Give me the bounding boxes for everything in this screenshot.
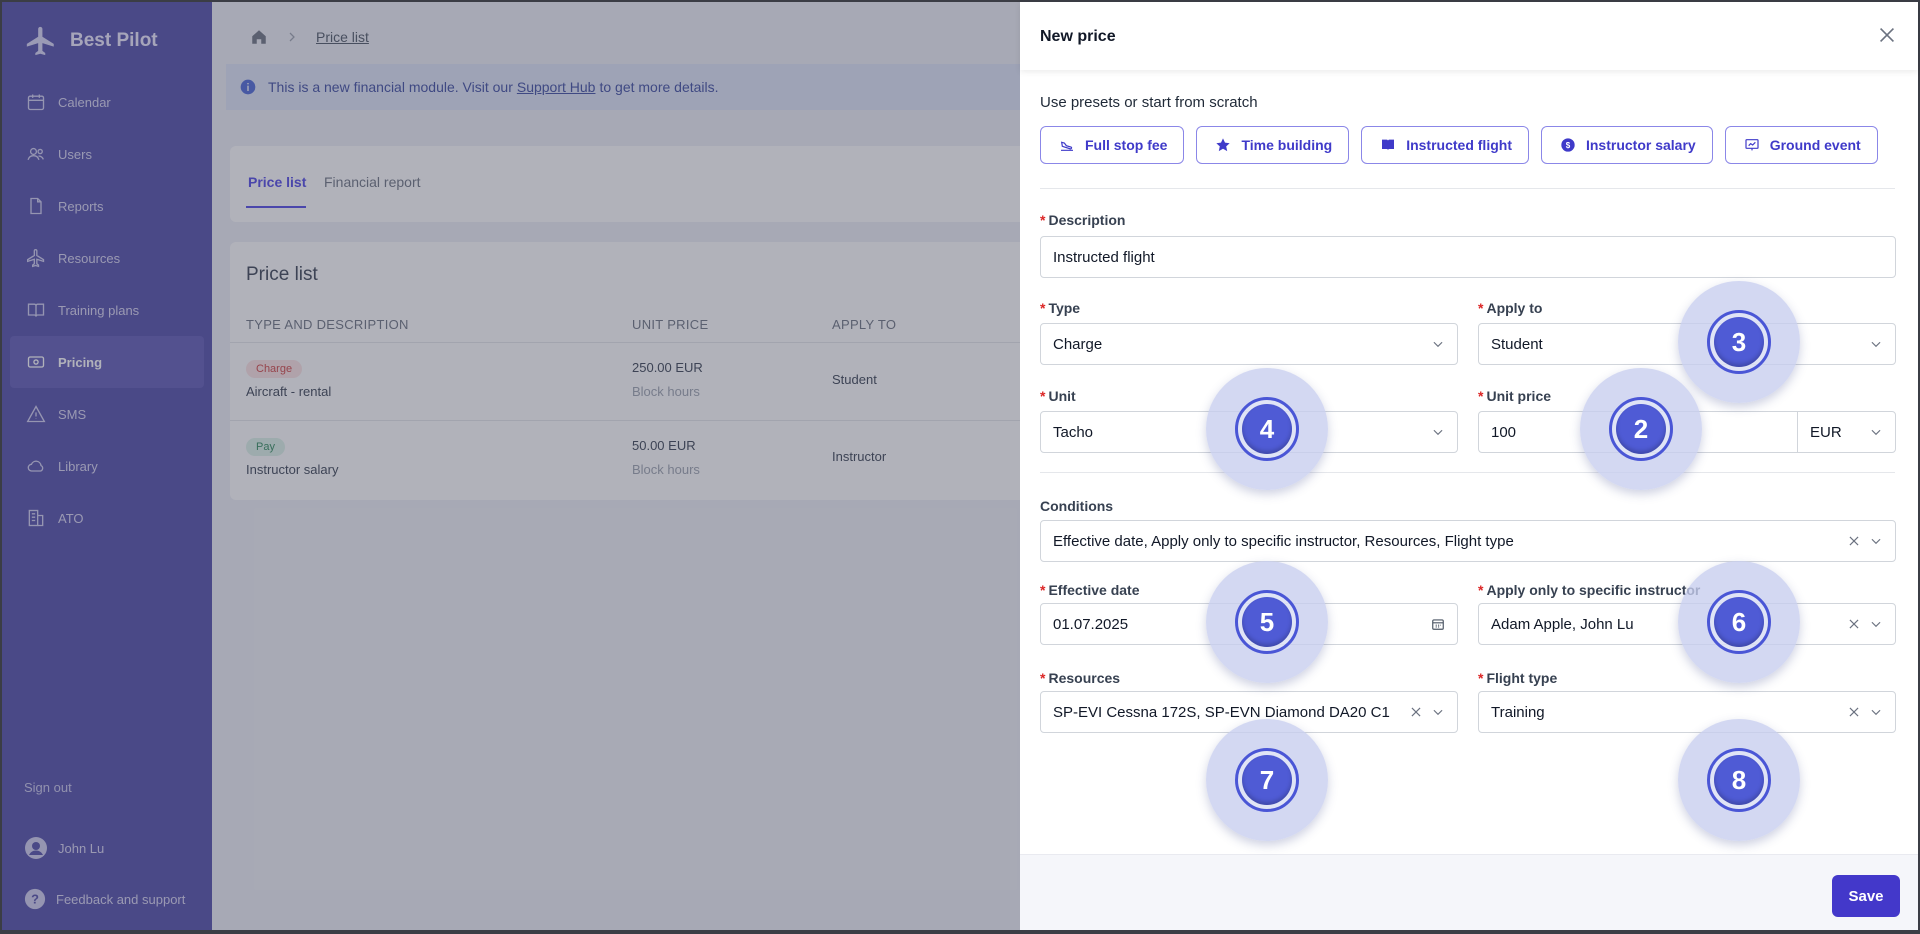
- presentation-icon: [1745, 139, 1759, 151]
- step-marker-6[interactable]: 6: [1678, 561, 1800, 683]
- clear-icon[interactable]: [1847, 534, 1861, 548]
- marker-number: 5: [1242, 597, 1292, 647]
- preset-instructor-salary-button[interactable]: $ Instructor salary: [1540, 126, 1713, 164]
- marker-number: 3: [1714, 317, 1764, 367]
- marker-ring: 5: [1235, 590, 1299, 654]
- marker-number: 8: [1714, 755, 1764, 805]
- chevron-down-icon: [1871, 429, 1881, 436]
- currency-select[interactable]: EUR: [1797, 411, 1896, 453]
- clear-icon[interactable]: [1847, 617, 1861, 631]
- section-divider: [1040, 188, 1895, 189]
- step-marker-4[interactable]: 4: [1206, 368, 1328, 490]
- drawer-title: New price: [1040, 28, 1116, 45]
- star-icon: [1216, 138, 1231, 152]
- preset-label: Time building: [1241, 137, 1333, 153]
- chevron-down-icon: [1433, 709, 1443, 716]
- resources-label: * Resources: [1040, 670, 1121, 686]
- preset-full-stop-fee-button[interactable]: Full stop fee: [1040, 126, 1185, 164]
- marker-number: 6: [1714, 597, 1764, 647]
- preset-label: Ground event: [1769, 137, 1861, 153]
- description-field[interactable]: Instructed flight: [1040, 236, 1896, 278]
- close-icon[interactable]: [1876, 24, 1898, 46]
- clear-icon[interactable]: [1409, 705, 1423, 719]
- type-value: Charge: [1053, 335, 1103, 353]
- conditions-label: Conditions: [1040, 498, 1114, 514]
- instructor-label: * Apply only to specific instructor: [1478, 582, 1701, 598]
- chevron-down-icon: [1871, 341, 1881, 348]
- marker-number: 4: [1242, 404, 1292, 454]
- description-label: * Description: [1040, 212, 1126, 228]
- book-open-icon: [1382, 139, 1395, 151]
- marker-ring: 2: [1609, 397, 1673, 461]
- marker-ring: 7: [1235, 748, 1299, 812]
- section-divider: [1040, 472, 1895, 473]
- marker-ring: 6: [1707, 590, 1771, 654]
- preset-label: Instructed flight: [1406, 137, 1512, 153]
- marker-number: 2: [1616, 404, 1666, 454]
- chevron-down-icon: [1871, 538, 1881, 545]
- preset-label: Full stop fee: [1085, 137, 1168, 153]
- drawer-footer: Save: [1020, 854, 1918, 930]
- flight-type-select[interactable]: Training: [1478, 691, 1896, 733]
- resources-value: SP-EVI Cessna 172S, SP-EVN Diamond DA20 …: [1053, 703, 1390, 721]
- conditions-select[interactable]: Effective date, Apply only to specific i…: [1040, 520, 1896, 562]
- effective-date-label: * Effective date: [1040, 582, 1140, 598]
- preset-instructed-flight-button[interactable]: Instructed flight: [1361, 126, 1529, 164]
- flight-type-label: * Flight type: [1478, 670, 1558, 686]
- presets-label: Use presets or start from scratch: [1040, 94, 1258, 111]
- preset-time-building-button[interactable]: Time building: [1196, 126, 1350, 164]
- preset-ground-event-button[interactable]: Ground event: [1724, 126, 1878, 164]
- apply-to-label: * Apply to: [1478, 300, 1543, 316]
- landing-icon: [1060, 141, 1073, 151]
- step-marker-7[interactable]: 7: [1206, 719, 1328, 841]
- marker-ring: 8: [1707, 748, 1771, 812]
- type-label: * Type: [1040, 300, 1081, 316]
- chevron-down-icon: [1871, 621, 1881, 628]
- unit-price-label: * Unit price: [1478, 388, 1552, 404]
- type-select[interactable]: Charge: [1040, 323, 1458, 365]
- chevron-down-icon: [1433, 429, 1443, 436]
- chevron-down-icon: [1871, 709, 1881, 716]
- currency-value: EUR: [1810, 423, 1842, 441]
- marker-ring: 4: [1235, 397, 1299, 461]
- drawer-header: New price: [1020, 2, 1918, 70]
- chevron-down-icon: [1433, 341, 1443, 348]
- calendar-icon[interactable]: [1431, 617, 1445, 631]
- step-marker-8[interactable]: 8: [1678, 719, 1800, 841]
- coin-icon: $: [1561, 138, 1575, 152]
- step-marker-5[interactable]: 5: [1206, 561, 1328, 683]
- conditions-value: Effective date, Apply only to specific i…: [1053, 532, 1514, 550]
- description-value: Instructed flight: [1053, 248, 1155, 266]
- step-marker-3[interactable]: 3: [1678, 281, 1800, 403]
- clear-icon[interactable]: [1847, 705, 1861, 719]
- marker-number: 7: [1242, 755, 1292, 805]
- unit-label: * Unit: [1040, 388, 1076, 404]
- preset-buttons: Full stop fee Time building Instructed f…: [1040, 126, 1878, 164]
- svg-text:$: $: [1566, 141, 1571, 150]
- flight-type-value: Training: [1491, 703, 1545, 721]
- preset-label: Instructor salary: [1585, 137, 1696, 153]
- step-marker-2[interactable]: 2: [1580, 368, 1702, 490]
- marker-ring: 3: [1707, 310, 1771, 374]
- save-button[interactable]: Save: [1832, 875, 1900, 917]
